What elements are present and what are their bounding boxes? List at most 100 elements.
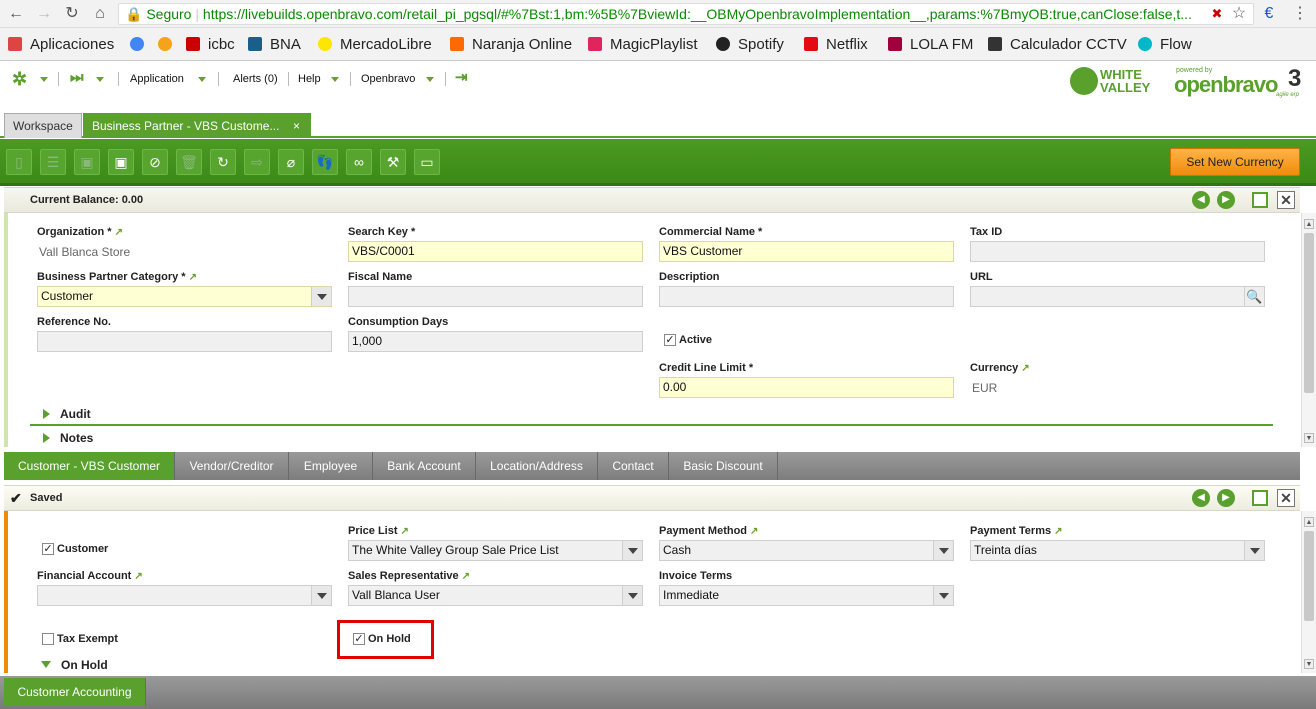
commercial-name-field[interactable]: VBS Customer xyxy=(659,241,954,262)
tab-vendor[interactable]: Vendor/Creditor xyxy=(175,452,289,480)
tab-business-partner[interactable]: Business Partner - VBS Custome... × xyxy=(83,113,311,138)
chevron-down-icon[interactable] xyxy=(198,73,206,87)
link-arrow-icon[interactable]: ↗ xyxy=(462,571,470,582)
bookmark-spotify[interactable]: Spotify xyxy=(716,36,784,53)
search-icon[interactable]: 🔍 xyxy=(1244,286,1265,307)
bookmark-flow[interactable]: Flow xyxy=(1138,36,1192,53)
scroll-thumb[interactable] xyxy=(1304,531,1314,621)
link-arrow-icon[interactable]: ↗ xyxy=(134,571,142,582)
link-icon[interactable]: ∞ xyxy=(346,149,372,175)
scroll-up-icon[interactable]: ▲ xyxy=(1304,219,1314,229)
tab-location[interactable]: Location/Address xyxy=(476,452,598,480)
forward-icon[interactable]: → xyxy=(34,4,54,24)
fast-forward-icon[interactable]: ⏭ xyxy=(70,69,84,86)
tab-workspace[interactable]: Workspace xyxy=(4,113,82,138)
back-icon[interactable]: ← xyxy=(6,4,26,24)
on-hold-checkbox[interactable]: ✓ xyxy=(353,633,365,645)
tab-contact[interactable]: Contact xyxy=(598,452,669,480)
tab-basic-discount[interactable]: Basic Discount xyxy=(669,452,778,480)
audit-trail-icon[interactable]: 👣 xyxy=(312,149,338,175)
audit-section[interactable]: Audit xyxy=(43,407,91,421)
next-record-icon[interactable]: ▶ xyxy=(1217,191,1235,209)
bookmark-orange[interactable] xyxy=(158,36,180,53)
scroll-up-icon[interactable]: ▲ xyxy=(1304,517,1314,527)
tab-customer[interactable]: Customer - VBS Customer xyxy=(4,452,175,480)
chevron-down-icon[interactable] xyxy=(622,541,642,560)
sales-rep-select[interactable]: Vall Blanca User xyxy=(348,585,643,606)
chevron-down-icon[interactable] xyxy=(40,73,48,87)
description-field[interactable] xyxy=(659,286,954,307)
logout-icon[interactable]: ⇥ xyxy=(455,68,468,86)
price-list-select[interactable]: The White Valley Group Sale Price List xyxy=(348,540,643,561)
url-field[interactable] xyxy=(970,286,1245,307)
bookmark-magicplaylist[interactable]: MagicPlaylist xyxy=(588,36,698,53)
customer-scrollbar[interactable]: ▲ ▼ xyxy=(1301,511,1316,673)
attachment-icon[interactable]: ⌀ xyxy=(278,149,304,175)
maximize-icon[interactable] xyxy=(1252,490,1268,506)
bookmark-calculador[interactable]: Calculador CCTV xyxy=(988,36,1127,53)
link-arrow-icon[interactable]: ↗ xyxy=(750,526,758,537)
chevron-down-icon[interactable] xyxy=(1244,541,1264,560)
bookmark-icbc[interactable]: icbc xyxy=(186,36,235,53)
refresh-icon[interactable]: ↻ xyxy=(210,149,236,175)
search-key-field[interactable]: VBS/C0001 xyxy=(348,241,643,262)
chevron-down-icon[interactable] xyxy=(311,586,331,605)
reload-icon[interactable]: ↻ xyxy=(62,4,82,24)
payment-method-select[interactable]: Cash xyxy=(659,540,954,561)
bookmark-lolafm[interactable]: LOLA FM xyxy=(888,36,973,53)
chevron-down-icon[interactable] xyxy=(933,586,953,605)
tree-icon[interactable]: ⚒ xyxy=(380,149,406,175)
chevron-down-icon[interactable] xyxy=(426,73,434,87)
close-form-icon[interactable]: ✕ xyxy=(1277,191,1295,209)
chevron-down-icon[interactable] xyxy=(622,586,642,605)
layout-icon[interactable]: ▭ xyxy=(414,149,440,175)
home-icon[interactable]: ⌂ xyxy=(90,4,110,24)
save-close-icon[interactable]: ▣ xyxy=(108,149,134,175)
scroll-down-icon[interactable]: ▼ xyxy=(1304,433,1314,443)
chevron-down-icon[interactable] xyxy=(96,73,104,87)
menu-openbravo[interactable]: Openbravo xyxy=(361,73,415,85)
close-form-icon[interactable]: ✕ xyxy=(1277,489,1295,507)
new-row-icon[interactable]: ☰ xyxy=(40,149,66,175)
asterisk-icon[interactable]: ✲ xyxy=(12,69,27,90)
set-new-currency-button[interactable]: Set New Currency xyxy=(1170,148,1300,176)
scroll-thumb[interactable] xyxy=(1304,233,1314,393)
chevron-down-icon[interactable] xyxy=(933,541,953,560)
scroll-down-icon[interactable]: ▼ xyxy=(1304,659,1314,669)
consumption-field[interactable]: 1,000 xyxy=(348,331,643,352)
undo-icon[interactable]: ⊘ xyxy=(142,149,168,175)
financial-account-select[interactable] xyxy=(37,585,332,606)
invoice-terms-select[interactable]: Immediate xyxy=(659,585,954,606)
link-arrow-icon[interactable]: ↗ xyxy=(189,272,197,283)
tax-id-field[interactable] xyxy=(970,241,1265,262)
export-icon[interactable]: ⇨ xyxy=(244,149,270,175)
tab-customer-accounting[interactable]: Customer Accounting xyxy=(4,678,146,706)
bookmark-aplicaciones[interactable]: Aplicaciones xyxy=(8,36,114,53)
address-bar[interactable]: 🔒 Seguro | https://livebuilds.openbravo.… xyxy=(118,3,1254,25)
euro-extension-icon[interactable]: € xyxy=(1259,4,1279,24)
form-scrollbar[interactable]: ▲ ▼ xyxy=(1301,213,1316,447)
reference-field[interactable] xyxy=(37,331,332,352)
close-tab-icon[interactable]: × xyxy=(293,114,300,138)
payment-terms-select[interactable]: Treinta días xyxy=(970,540,1265,561)
menu-alerts[interactable]: Alerts (0) xyxy=(233,73,278,85)
menu-icon[interactable]: ⋮ xyxy=(1290,4,1310,24)
maximize-icon[interactable] xyxy=(1252,192,1268,208)
next-record-icon[interactable]: ▶ xyxy=(1217,489,1235,507)
previous-record-icon[interactable]: ◀ xyxy=(1192,489,1210,507)
chevron-down-icon[interactable] xyxy=(331,73,339,87)
tax-exempt-checkbox[interactable] xyxy=(42,633,54,645)
menu-help[interactable]: Help xyxy=(298,73,321,85)
bookmark-netflix[interactable]: Netflix xyxy=(804,36,868,53)
menu-application[interactable]: Application xyxy=(130,73,184,85)
link-arrow-icon[interactable]: ↗ xyxy=(401,526,409,537)
chevron-down-icon[interactable] xyxy=(311,287,331,306)
extension-icon[interactable]: ✖ xyxy=(1207,4,1227,24)
fiscal-name-field[interactable] xyxy=(348,286,643,307)
bookmark-mercadolibre[interactable]: MercadoLibre xyxy=(318,36,432,53)
notes-section[interactable]: Notes xyxy=(43,431,93,445)
new-document-icon[interactable]: ▯ xyxy=(6,149,32,175)
customer-checkbox[interactable]: ✓ xyxy=(42,543,54,555)
tab-employee[interactable]: Employee xyxy=(289,452,373,480)
delete-icon[interactable]: 🗑 xyxy=(176,149,202,175)
